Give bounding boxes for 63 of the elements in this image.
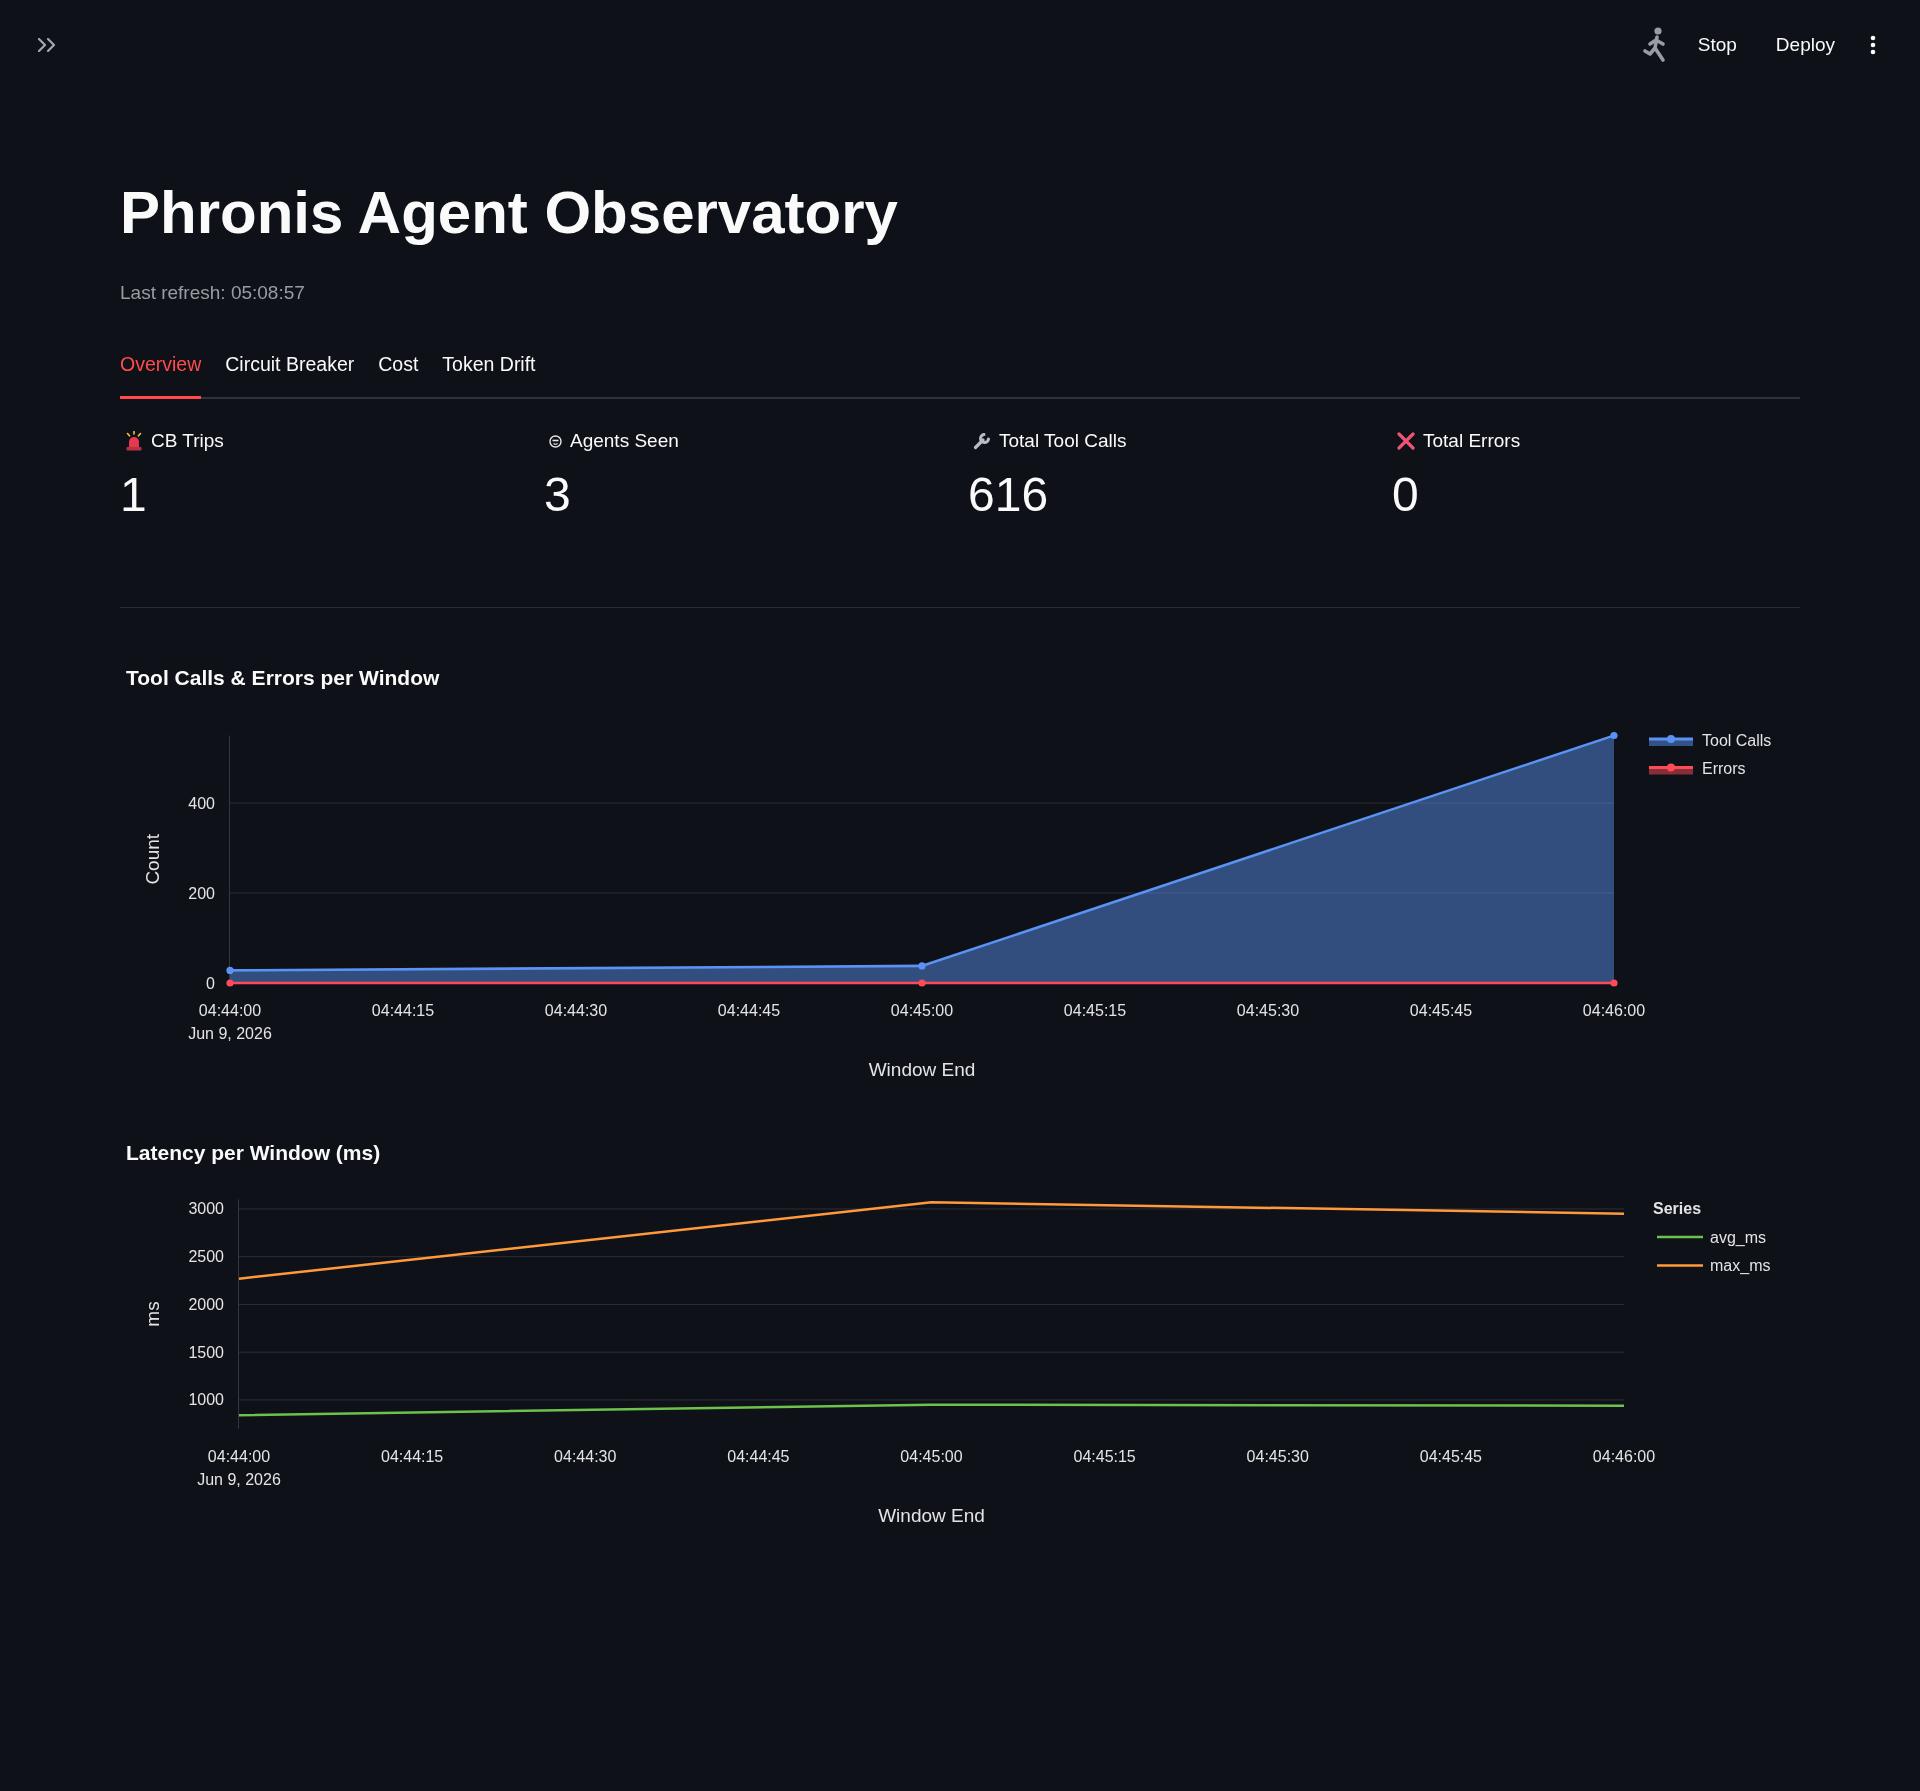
metric-value: 0	[1392, 467, 1420, 523]
axis-title: Window End	[868, 1059, 976, 1080]
tab[interactable]: Token Drift	[442, 340, 536, 399]
tick-label: 04:44:30	[544, 1002, 608, 1019]
legend-title: Series	[1653, 1200, 1702, 1217]
tick-label: 04:45:30	[1246, 1447, 1309, 1465]
toolbar-button[interactable]: Stop	[1685, 25, 1749, 65]
tick-label: 04:45:00	[900, 1447, 963, 1465]
legend-swatch-icon	[1649, 735, 1693, 746]
metric-label: Agents Seen	[570, 429, 679, 453]
tick-label: 04:45:45	[1419, 1447, 1482, 1465]
tick-label: 04:44:30	[554, 1447, 617, 1465]
tick-label: 04:45:15	[1073, 1447, 1136, 1465]
tick-label: 04:44:45	[727, 1447, 790, 1465]
legend-swatch-icon	[1657, 1264, 1703, 1267]
tick-label: 1000	[188, 1391, 224, 1409]
tab[interactable]: Circuit Breaker	[225, 340, 355, 399]
metric-label: Total Errors	[1423, 429, 1521, 453]
tick-label: 04:46:00	[1582, 1002, 1646, 1019]
legend-label: avg_ms	[1710, 1228, 1767, 1246]
axis-title: Window End	[878, 1504, 985, 1526]
cross-icon	[1397, 432, 1415, 450]
toolbar-button[interactable]: Deploy	[1763, 25, 1847, 65]
tick-label: 2500	[188, 1248, 224, 1266]
legend-label: max_ms	[1710, 1257, 1771, 1274]
tab[interactable]: Cost	[378, 340, 419, 399]
wrench-icon	[973, 432, 991, 450]
tick-label: 04:44:15	[381, 1447, 444, 1465]
face-icon	[549, 434, 562, 448]
tick-label: 04:44:00 Jun 9, 2026	[188, 1002, 272, 1042]
tick-label: 0	[206, 974, 215, 992]
double-chevron-icon[interactable]	[37, 38, 57, 52]
page-title: Phronis Agent Observatory	[120, 178, 899, 248]
tick-label: 04:44:15	[371, 1002, 435, 1019]
tick-label: 04:44:45	[717, 1002, 781, 1019]
chart-title: Tool Calls & Errors per Window	[126, 665, 441, 691]
axis-title: Count	[142, 833, 163, 885]
metric-value: 3	[544, 467, 572, 523]
tick-label: 04:45:30	[1236, 1002, 1300, 1019]
tick-label: 1500	[188, 1343, 224, 1361]
metric-label: Total Tool Calls	[999, 429, 1127, 453]
tick-label: 04:45:15	[1063, 1002, 1127, 1019]
metric-value: 616	[968, 467, 1050, 523]
tick-label: 04:46:00	[1592, 1447, 1656, 1465]
legend-swatch-icon	[1657, 1235, 1703, 1239]
metric-value: 1	[120, 467, 148, 523]
chart-title: Latency per Window (ms)	[126, 1140, 382, 1166]
last-refresh-text: Last refresh: 05:08:57	[120, 281, 306, 305]
tick-label: 2000	[188, 1295, 224, 1313]
tick-label: 04:44:00 Jun 9, 2026	[197, 1447, 281, 1488]
siren-icon	[125, 431, 143, 451]
tick-label: 200	[188, 884, 215, 902]
axis-title: ms	[142, 1301, 163, 1327]
kebab-menu-icon[interactable]	[1870, 35, 1876, 55]
legend-swatch-icon	[1649, 763, 1693, 775]
tab[interactable]: Overview	[120, 340, 202, 399]
legend-label: Tool Calls	[1702, 731, 1772, 749]
tick-label: 400	[188, 794, 215, 812]
legend-label: Errors	[1702, 760, 1746, 777]
tick-label: 04:45:00	[890, 1002, 954, 1019]
tick-label: 3000	[188, 1200, 224, 1218]
tick-label: 04:45:45	[1409, 1002, 1473, 1019]
metric-label: CB Trips	[151, 429, 224, 453]
